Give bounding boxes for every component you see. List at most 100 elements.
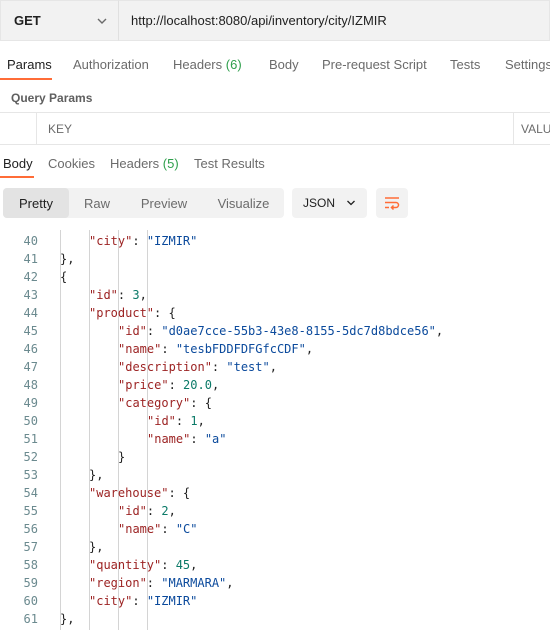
line-number: 56	[23, 522, 38, 536]
json-number: 1	[190, 414, 198, 428]
line-number: 41	[23, 252, 38, 266]
json-punctuation: ,	[226, 576, 234, 590]
line-number: 57	[23, 540, 38, 554]
json-key: "id"	[89, 288, 118, 302]
json-key: "description"	[118, 360, 212, 374]
tab-label: Body	[269, 57, 299, 72]
url-input[interactable]: http://localhost:8080/api/inventory/city…	[118, 0, 550, 41]
pretty-button[interactable]: Pretty	[3, 188, 69, 218]
tab-label: Tests	[450, 57, 481, 72]
json-string: "IZMIR"	[146, 234, 198, 248]
code-text: "city": "IZMIR"	[89, 232, 197, 250]
json-punctuation: :	[168, 378, 184, 392]
code-line: 60 "city": "IZMIR"	[0, 592, 550, 610]
code-line: 56 "name": "C"	[0, 520, 550, 538]
json-number: 3	[132, 288, 140, 302]
json-string: "MARMARA"	[161, 576, 227, 590]
code-text: }	[118, 448, 125, 466]
tab-label: Authorization	[73, 57, 149, 72]
code-line: 61},	[0, 610, 550, 628]
code-line: 50 "id": 1,	[0, 412, 550, 430]
code-text: "id": 3,	[89, 286, 147, 304]
chevron-down-icon	[97, 18, 107, 24]
tab-settings[interactable]: Settings	[505, 57, 550, 72]
request-tabs: Params Authorization Headers (6) Body Pr…	[0, 49, 550, 81]
json-key: "id"	[118, 324, 147, 338]
code-text: "product": {	[89, 304, 176, 322]
wrap-lines-button[interactable]	[376, 188, 408, 218]
tab-params[interactable]: Params	[7, 57, 52, 72]
line-number: 59	[23, 576, 38, 590]
format-label: JSON	[303, 196, 336, 210]
tab-test-results[interactable]: Test Results	[194, 156, 265, 171]
json-punctuation: ,	[168, 504, 176, 518]
json-punctuation: ,	[435, 324, 444, 338]
active-response-tab-indicator	[0, 176, 34, 178]
line-number: 42	[23, 270, 38, 284]
line-number: 52	[23, 450, 38, 464]
tab-tests[interactable]: Tests	[450, 57, 480, 72]
tab-label: Body	[3, 156, 33, 171]
json-punctuation: },	[89, 540, 104, 554]
code-line: 52}	[0, 448, 550, 466]
code-text: "description": "test",	[118, 358, 277, 376]
json-punctuation: :	[132, 594, 147, 608]
preview-button[interactable]: Preview	[125, 188, 203, 218]
tab-response-body[interactable]: Body	[3, 156, 33, 171]
tab-body[interactable]: Body	[269, 57, 299, 72]
json-punctuation: : {	[168, 486, 191, 500]
tab-pre-request-script[interactable]: Pre-request Script	[322, 57, 427, 72]
wrap-lines-icon	[385, 197, 400, 210]
line-number: 47	[23, 360, 38, 374]
code-text: "region": "MARMARA",	[89, 574, 234, 592]
json-punctuation: ,	[269, 360, 277, 374]
raw-button[interactable]: Raw	[69, 188, 125, 218]
json-punctuation: :	[132, 234, 147, 248]
json-punctuation: :	[175, 414, 191, 428]
code-line: 53},	[0, 466, 550, 484]
code-line: 42 {	[0, 268, 550, 286]
params-table-header: KEY VALUE	[0, 112, 550, 145]
code-text: "name": "tesbFDDFDFGfcCDF",	[118, 340, 313, 358]
code-text: },	[60, 250, 74, 268]
tab-label: Settings	[505, 57, 550, 72]
active-tab-indicator	[0, 78, 52, 80]
json-punctuation: },	[89, 468, 104, 482]
code-line: 49 "category": {	[0, 394, 550, 412]
tab-cookies[interactable]: Cookies	[48, 156, 95, 171]
code-line: 40 "city": "IZMIR"	[0, 232, 550, 250]
visualize-button[interactable]: Visualize	[203, 188, 284, 218]
code-line: 45 "id": "d0ae7cce-55b3-43e8-8155-5dc7d8b…	[0, 322, 550, 340]
code-line: 41},	[0, 250, 550, 268]
query-params-title: Query Params	[11, 91, 93, 105]
json-key: "city"	[89, 234, 133, 248]
json-punctuation: },	[60, 612, 75, 626]
tab-count: (5)	[162, 156, 179, 171]
json-punctuation: :	[146, 324, 162, 338]
code-text: },	[60, 610, 74, 628]
line-number: 45	[23, 324, 38, 338]
tab-headers[interactable]: Headers (6)	[173, 57, 242, 72]
method-select[interactable]: GET	[0, 0, 118, 41]
line-number: 44	[23, 306, 38, 320]
chevron-down-icon	[347, 200, 355, 206]
json-string: "a"	[204, 432, 227, 446]
code-line: 59 "region": "MARMARA",	[0, 574, 550, 592]
json-punctuation: },	[60, 252, 75, 266]
json-string: "d0ae7cce-55b3-43e8-8155-5dc7d8bdce56"	[161, 324, 436, 338]
json-punctuation: : {	[154, 306, 176, 320]
tab-label: Pre-request Script	[322, 57, 427, 72]
code-text: "id": "d0ae7cce-55b3-43e8-8155-5dc7d8bdc…	[118, 322, 443, 340]
json-punctuation: :	[161, 522, 176, 536]
format-select[interactable]: JSON	[292, 188, 367, 218]
response-body-editor[interactable]: 40 "city": "IZMIR" 41}, 42{43 "id": 3, 44 "pro…	[0, 230, 550, 630]
line-number: 58	[23, 558, 38, 572]
column-divider[interactable]	[513, 113, 514, 144]
code-line: 55 "id": 2,	[0, 502, 550, 520]
tab-authorization[interactable]: Authorization	[73, 57, 149, 72]
tab-label: Headers	[110, 156, 160, 171]
code-text: "id": 2,	[118, 502, 176, 520]
json-punctuation: ,	[305, 342, 314, 356]
tab-response-headers[interactable]: Headers (5)	[110, 156, 179, 171]
json-key: "price"	[118, 378, 169, 392]
